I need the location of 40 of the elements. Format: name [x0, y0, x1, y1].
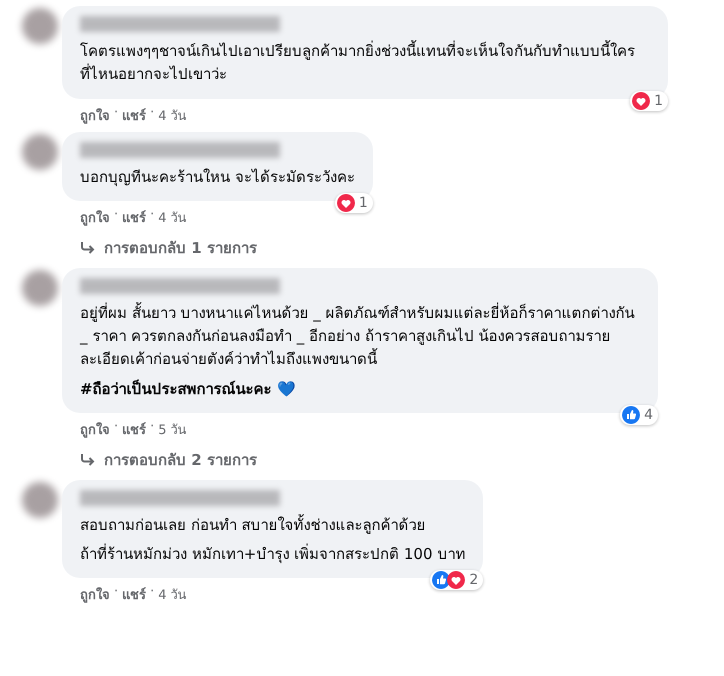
comment-text: อยู่ที่ผม สั้นยาว บางหนาแค่ไหนด้วย _ ผลิตภัณฑ์สำหรับผมแต่ละยี่ห้อก็ราคาแตกต่างกัน _ ราคา ควรตกลงกันก่อนลงมือทำ _ อีกอย่าง ถ้าราคาสูงเกินไป น้องควรสอบถามรายละเอียดเค้าก่อนจ่ายตังค์ว่าทำไมถึงแพงขนาดนี้	[80, 302, 636, 370]
separator-dot: ·	[150, 104, 154, 122]
action-link[interactable]: ถูกใจ	[80, 206, 110, 228]
action-link[interactable]: ถูกใจ	[80, 584, 110, 606]
separator-dot: ·	[114, 104, 118, 122]
timestamp: 4 วัน	[158, 108, 187, 126]
separator-dot: ·	[114, 584, 118, 602]
blurred-avatar	[22, 482, 58, 518]
timestamp: 4 วัน	[158, 210, 187, 228]
view-replies-link[interactable]: การตอบกลับ 1 รายการ	[62, 228, 257, 262]
action-link[interactable]: แชร์	[122, 418, 146, 440]
view-replies-link[interactable]: การตอบกลับ 2 รายการ	[62, 440, 257, 474]
reaction-badge[interactable]: 2	[430, 570, 484, 590]
separator-dot: ·	[150, 206, 154, 224]
comment-text: ถ้าที่ร้านหมักม่วง หมักเทา+บำรุง เพิ่มจากสระปกติ 100 บาท	[80, 543, 466, 566]
action-link[interactable]: แชร์	[122, 584, 146, 606]
timestamp: 5 วัน	[158, 422, 187, 440]
comment-text: สอบถามก่อนเลย ก่อนทำ สบายใจทั้งช่างและลูกค้าด้วย	[80, 514, 427, 536]
separator-dot: ·	[114, 206, 118, 224]
hashtag-text: #ถือว่าเป็นประสพการณ์นะคะ 💙	[80, 378, 297, 400]
reaction-badge[interactable]: 4	[620, 404, 658, 425]
reaction-badge[interactable]: 1	[630, 90, 668, 110]
separator-dot: ·	[150, 418, 154, 436]
reply-arrow-icon	[80, 452, 96, 467]
blurred-avatar	[22, 8, 58, 44]
blurred-avatar	[22, 134, 58, 170]
thumbs-up-icon	[432, 571, 450, 590]
reply-arrow-icon	[80, 240, 96, 255]
action-link[interactable]: แชร์	[122, 206, 146, 228]
timestamp: 4 วัน	[158, 587, 187, 606]
blurred-avatar	[22, 270, 58, 306]
comment-text: โคตรแพงๆๆชาจน์เกินไปเอาเปรียบลูกค้ามากยิ่งช่วงนี้แทนที่จะเห็นใจกันกับทำแบบนี้ใครที่ไหนอยากจะไปเขาว่ะ	[80, 40, 636, 86]
action-link[interactable]: แชร์	[122, 104, 146, 126]
thumbs-up-icon	[622, 406, 640, 424]
reaction-badge[interactable]: 1	[334, 192, 373, 213]
action-link[interactable]: ถูกใจ	[80, 104, 110, 126]
comment-text: บอกบุญทีนะคะร้านใหน จะได้ระมัดระวังคะ	[80, 166, 355, 188]
action-link[interactable]: ถูกใจ	[80, 418, 110, 440]
separator-dot: ·	[114, 418, 118, 436]
separator-dot: ·	[150, 584, 154, 602]
